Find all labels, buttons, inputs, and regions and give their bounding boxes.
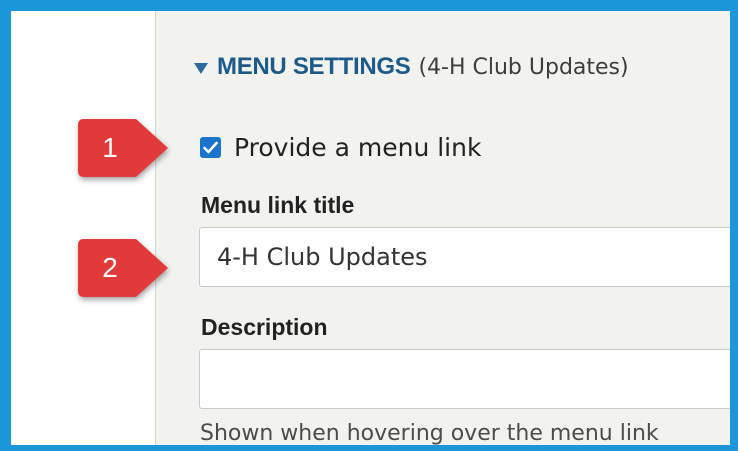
triangle-down-icon bbox=[194, 62, 208, 74]
provide-menu-link-label: Provide a menu link bbox=[234, 133, 482, 162]
screenshot-frame: MENU SETTINGS (4-H Club Updates) Provide… bbox=[0, 0, 738, 451]
left-margin bbox=[11, 11, 155, 445]
checkmark-icon bbox=[203, 141, 218, 154]
callout-marker-2: 2 bbox=[78, 239, 170, 297]
provide-menu-link-checkbox[interactable] bbox=[200, 137, 221, 158]
callout-marker-1: 1 bbox=[78, 119, 170, 177]
menu-link-title-label: Menu link title bbox=[201, 192, 355, 218]
provide-menu-link-row[interactable]: Provide a menu link bbox=[200, 133, 481, 162]
callout-number: 1 bbox=[102, 132, 118, 163]
menu-link-title-input[interactable]: 4-H Club Updates bbox=[199, 227, 730, 287]
menu-settings-title: MENU SETTINGS bbox=[217, 53, 411, 80]
menu-settings-panel: MENU SETTINGS (4-H Club Updates) Provide… bbox=[155, 11, 730, 446]
description-input[interactable] bbox=[199, 349, 730, 409]
menu-settings-summary[interactable]: MENU SETTINGS (4-H Club Updates) bbox=[194, 53, 629, 81]
callout-number: 2 bbox=[102, 252, 118, 283]
menu-settings-subtitle: (4-H Club Updates) bbox=[418, 54, 629, 80]
description-label: Description bbox=[201, 314, 328, 340]
description-help-text: Shown when hovering over the menu link bbox=[200, 421, 659, 446]
